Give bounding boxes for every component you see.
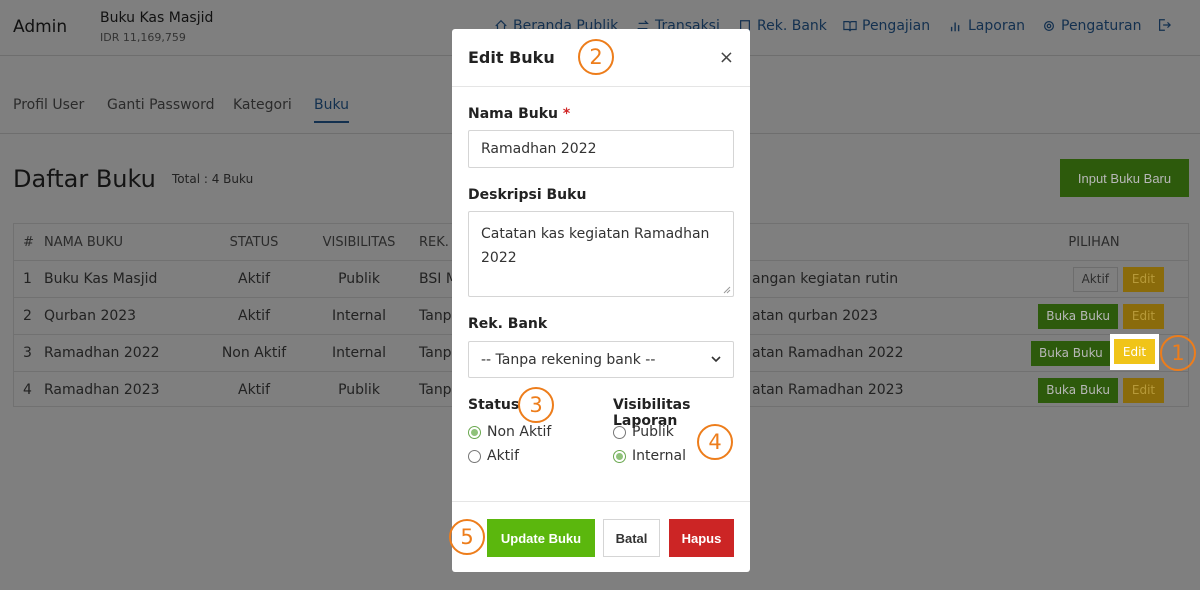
row-nama: Ramadhan 2022 bbox=[44, 345, 160, 361]
col-header-rek: REK. bbox=[419, 234, 449, 250]
highlighted-edit-area: Edit bbox=[1110, 334, 1159, 370]
edit-button[interactable]: Edit bbox=[1123, 377, 1164, 403]
page-title: Daftar Buku bbox=[13, 165, 156, 193]
batal-button[interactable]: Batal bbox=[603, 519, 660, 557]
col-header-nama: NAMA BUKU bbox=[44, 234, 123, 250]
row-status: Aktif bbox=[238, 271, 270, 287]
bar-chart-icon bbox=[950, 22, 960, 32]
callout-3: 3 bbox=[518, 387, 554, 423]
open-book-icon bbox=[843, 21, 857, 32]
row-keterangan: angan kegiatan rutin bbox=[752, 271, 899, 287]
edit-button[interactable]: Edit bbox=[1123, 266, 1164, 292]
radio-unchecked[interactable] bbox=[468, 449, 481, 463]
col-header-number: # bbox=[23, 234, 34, 250]
buka-buku-button[interactable]: Buka Buku bbox=[1038, 377, 1118, 403]
radio-label: Publik bbox=[632, 424, 674, 440]
radio-label: Aktif bbox=[487, 448, 519, 464]
deskripsi-buku-textarea[interactable]: Catatan kas kegiatan Ramadhan 2022 bbox=[468, 211, 734, 297]
row-nama: Qurban 2023 bbox=[44, 308, 137, 324]
total-count: Total : 4 Buku bbox=[172, 172, 254, 186]
nav-label: Pengaturan bbox=[1061, 18, 1142, 34]
row-number: 1 bbox=[23, 271, 32, 287]
gear-icon bbox=[1044, 21, 1054, 31]
logout-icon bbox=[1159, 19, 1171, 31]
hapus-button[interactable]: Hapus bbox=[669, 519, 734, 557]
update-buku-button[interactable]: Update Buku bbox=[487, 519, 595, 557]
logout-button[interactable] bbox=[1157, 18, 1171, 32]
rek-bank-select[interactable]: -- Tanpa rekening bank -- bbox=[468, 341, 734, 378]
row-status: Non Aktif bbox=[221, 345, 287, 361]
modal-footer: Update Buku Batal Hapus bbox=[452, 501, 750, 572]
modal-title: Edit Buku bbox=[468, 48, 555, 67]
deskripsi-buku-label: Deskripsi Buku bbox=[468, 187, 587, 203]
callout-4: 4 bbox=[697, 424, 733, 460]
edit-button[interactable]: Edit bbox=[1123, 303, 1164, 329]
row-actions: Aktif Edit bbox=[1024, 261, 1164, 297]
row-status: Aktif bbox=[238, 382, 270, 398]
nav-label: Rek. Bank bbox=[757, 18, 827, 34]
col-header-pilihan: PILIHAN bbox=[1068, 234, 1120, 250]
buka-buku-button[interactable]: Buka Buku bbox=[1038, 303, 1118, 329]
status-radio-aktif[interactable]: Aktif bbox=[468, 448, 519, 464]
rek-bank-selected: -- Tanpa rekening bank -- bbox=[481, 351, 656, 368]
row-number: 2 bbox=[23, 308, 32, 324]
radio-label: Internal bbox=[632, 448, 686, 464]
callout-1: 1 bbox=[1160, 335, 1196, 371]
aktif-button[interactable]: Aktif bbox=[1072, 266, 1118, 292]
radio-checked[interactable] bbox=[613, 449, 626, 463]
nav-laporan[interactable]: Laporan bbox=[949, 18, 1025, 34]
nav-pengaturan[interactable]: Pengaturan bbox=[1042, 18, 1141, 34]
row-visibilitas: Internal bbox=[332, 308, 386, 324]
nav-label: Pengajian bbox=[862, 18, 931, 34]
nav-rek-bank[interactable]: Rek. Bank bbox=[738, 18, 827, 34]
tab-ganti-password[interactable]: Ganti Password bbox=[107, 97, 215, 113]
input-buku-baru-button[interactable]: Input Buku Baru bbox=[1060, 159, 1189, 197]
resize-grip-icon[interactable] bbox=[723, 286, 731, 294]
row-number: 4 bbox=[23, 382, 32, 398]
visibilitas-radio-internal[interactable]: Internal bbox=[613, 448, 686, 464]
rek-bank-label: Rek. Bank bbox=[468, 316, 548, 332]
row-status: Aktif bbox=[238, 308, 270, 324]
radio-unchecked[interactable] bbox=[613, 425, 626, 439]
row-keterangan: atan Ramadhan 2023 bbox=[752, 382, 904, 398]
visibilitas-radio-publik[interactable]: Publik bbox=[613, 424, 674, 440]
radio-label: Non Aktif bbox=[487, 424, 552, 440]
col-header-visibilitas: VISIBILITAS bbox=[322, 234, 396, 250]
radio-checked[interactable] bbox=[468, 425, 481, 439]
edit-button-highlighted[interactable]: Edit bbox=[1114, 339, 1155, 364]
row-nama: Buku Kas Masjid bbox=[44, 271, 158, 287]
brand-logo-text[interactable]: Admin bbox=[13, 17, 67, 37]
tab-profil-user[interactable]: Profil User bbox=[13, 97, 84, 113]
row-visibilitas: Internal bbox=[332, 345, 386, 361]
status-radio-non-aktif[interactable]: Non Aktif bbox=[468, 424, 551, 440]
chevron-down-icon bbox=[711, 356, 721, 363]
callout-5: 5 bbox=[449, 519, 485, 555]
callout-2: 2 bbox=[578, 39, 614, 75]
active-book-balance: IDR 11,169,759 bbox=[100, 31, 186, 44]
tab-buku[interactable]: Buku bbox=[314, 97, 350, 123]
buka-buku-button[interactable]: Buka Buku bbox=[1031, 340, 1111, 366]
row-actions: Buka Buku Edit bbox=[1024, 298, 1164, 334]
nama-buku-input[interactable]: Ramadhan 2022 bbox=[468, 130, 734, 168]
row-nama: Ramadhan 2023 bbox=[44, 382, 160, 398]
required-mark: * bbox=[562, 106, 571, 122]
nama-buku-label: Nama Buku * bbox=[468, 106, 570, 122]
row-keterangan: atan Ramadhan 2022 bbox=[752, 345, 904, 361]
nama-buku-label-text: Nama Buku bbox=[468, 106, 558, 122]
active-book-name: Buku Kas Masjid bbox=[100, 10, 214, 26]
col-header-status: STATUS bbox=[229, 234, 279, 250]
status-label: Status bbox=[468, 397, 520, 413]
row-visibilitas: Publik bbox=[338, 271, 380, 287]
row-actions: Buka Buku Edit bbox=[1024, 372, 1164, 408]
row-number: 3 bbox=[23, 345, 32, 361]
row-visibilitas: Publik bbox=[338, 382, 380, 398]
nav-pengajian[interactable]: Pengajian bbox=[843, 18, 930, 34]
row-keterangan: atan qurban 2023 bbox=[752, 308, 878, 324]
nav-label: Laporan bbox=[968, 18, 1026, 34]
tab-kategori[interactable]: Kategori bbox=[233, 97, 292, 113]
deskripsi-text: Catatan kas kegiatan Ramadhan 2022 bbox=[481, 226, 710, 266]
edit-buku-modal: Edit Buku × Nama Buku * Ramadhan 2022 De… bbox=[452, 29, 750, 572]
close-icon[interactable]: × bbox=[719, 47, 734, 68]
